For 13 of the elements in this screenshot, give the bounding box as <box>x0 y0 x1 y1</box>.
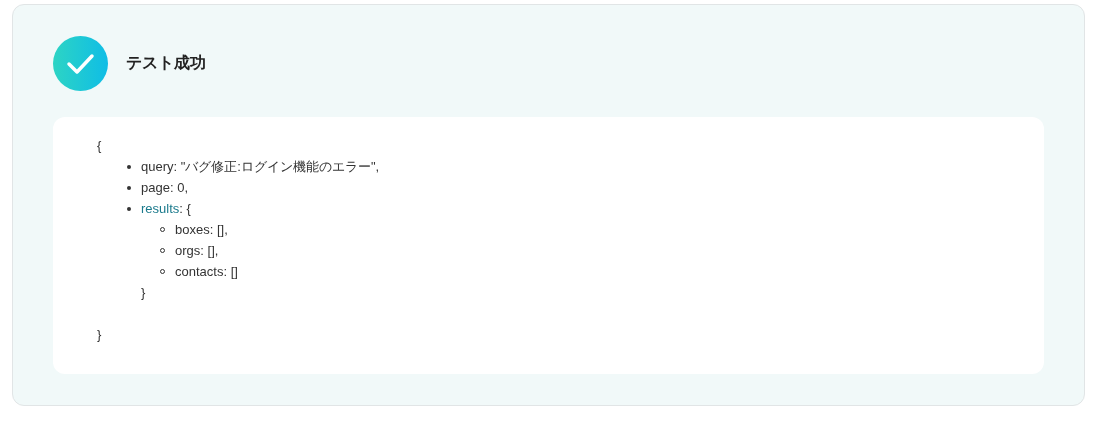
status-title: テスト成功 <box>126 52 206 74</box>
bullet-icon <box>127 206 131 211</box>
closing-brace: } <box>97 326 102 344</box>
opening-brace: { <box>97 137 102 155</box>
json-entry: orgs: [], <box>175 243 219 258</box>
bullet-icon <box>127 185 131 190</box>
json-entry: contacts: [] <box>175 264 238 279</box>
json-entry: query: "バグ修正:ログイン機能のエラー", <box>141 157 380 176</box>
json-entry: page: 0, <box>141 180 188 195</box>
json-entry: results: { <box>141 201 191 216</box>
closing-brace: } <box>141 284 146 302</box>
bullet-icon <box>127 164 131 169</box>
json-entry: boxes: [], <box>175 222 228 237</box>
